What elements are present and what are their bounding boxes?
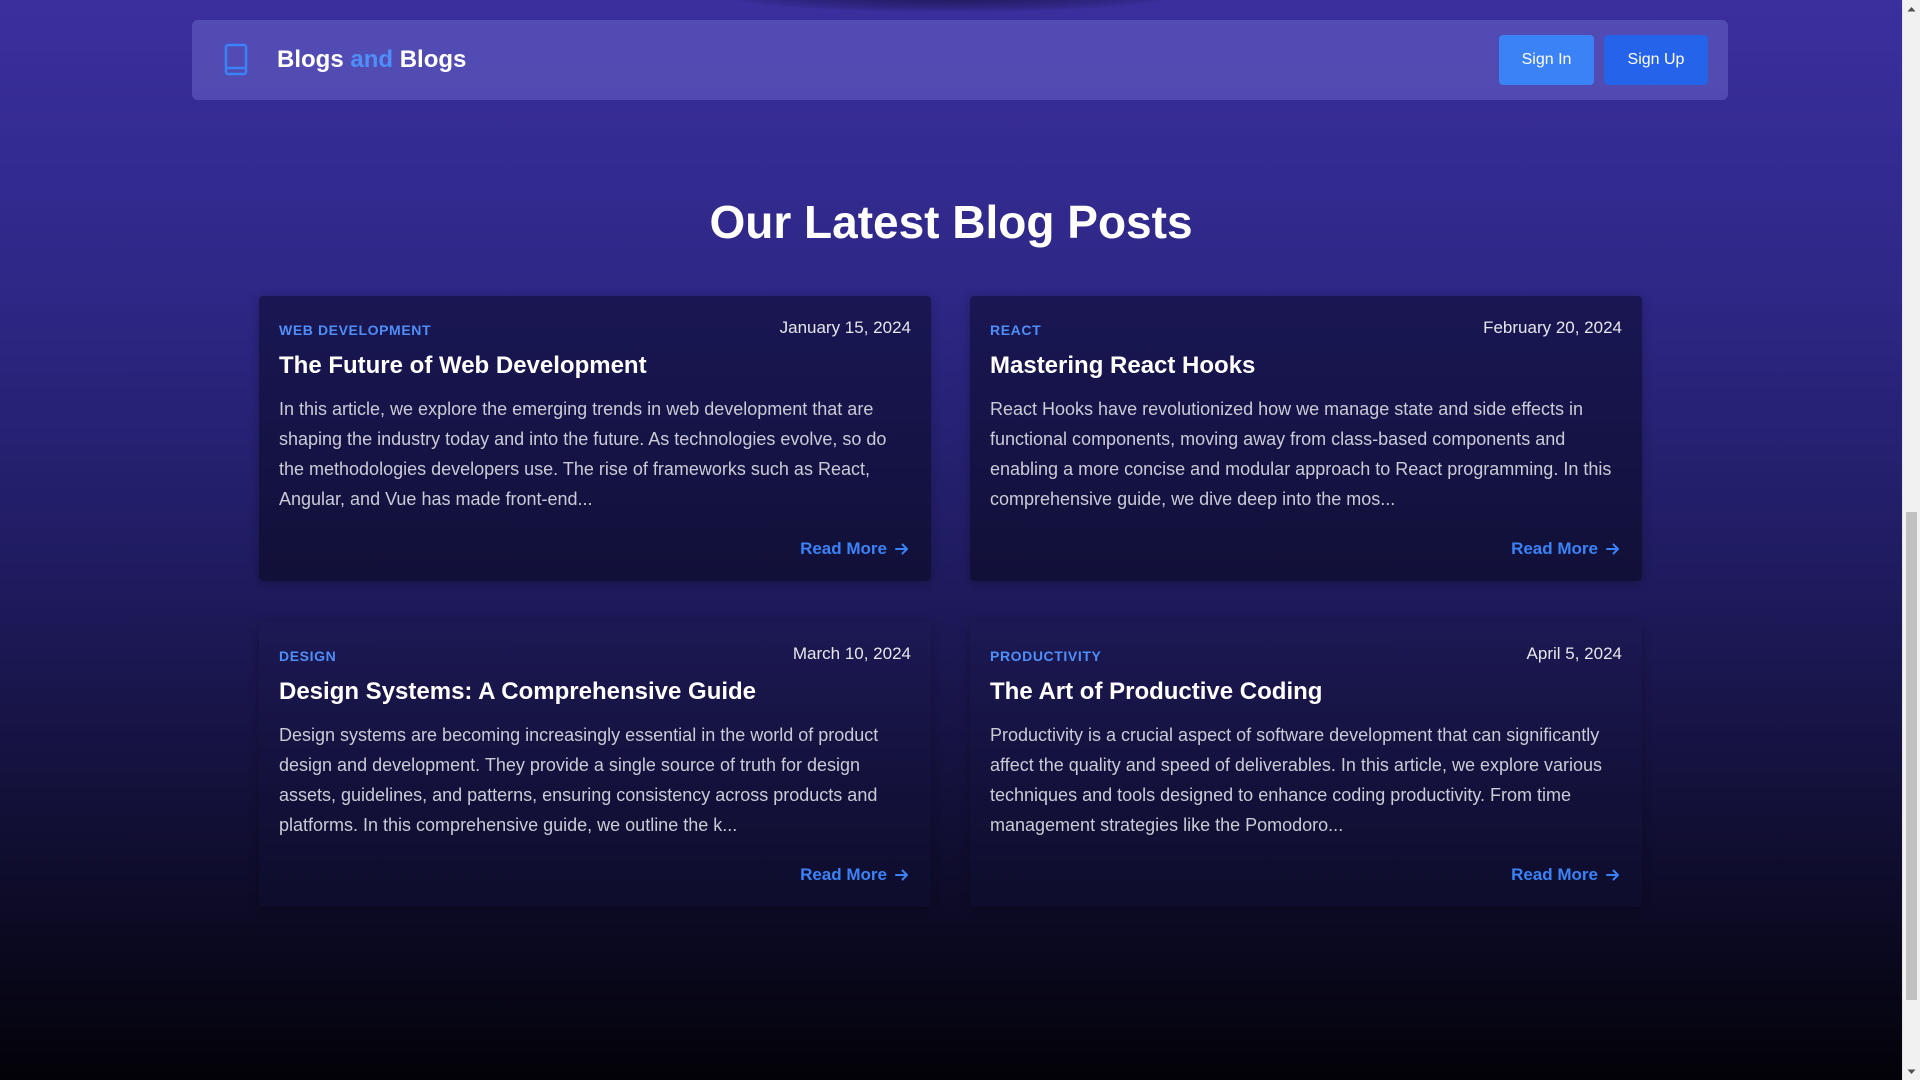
post-date: February 20, 2024 bbox=[1483, 318, 1622, 337]
arrow-right-icon bbox=[1606, 543, 1619, 555]
post-excerpt: In this article, we explore the emerging… bbox=[279, 399, 887, 509]
read-more-label: Read More bbox=[800, 865, 887, 884]
scrollbar-thumb[interactable] bbox=[1906, 512, 1917, 1000]
post-title[interactable]: Mastering React Hooks bbox=[990, 350, 1622, 382]
category-label[interactable]: DESIGN bbox=[279, 648, 336, 664]
blog-card: PRODUCTIVITY April 5, 2024 The Art of Pr… bbox=[970, 622, 1642, 907]
page: Blogs and Blogs Sign In Sign Up Our Late… bbox=[0, 0, 1902, 1080]
post-excerpt: Productivity is a crucial aspect of soft… bbox=[990, 725, 1603, 835]
post-title[interactable]: Design Systems: A Comprehensive Guide bbox=[279, 676, 911, 708]
brand-word-2: Blogs bbox=[399, 46, 467, 73]
blog-card: WEB DEVELOPMENT January 15, 2024 The Fut… bbox=[259, 296, 931, 581]
brand-word-accent: and bbox=[350, 46, 394, 73]
sign-in-button[interactable]: Sign In bbox=[1499, 35, 1594, 85]
arrow-right-icon bbox=[895, 543, 908, 555]
card-meta: WEB DEVELOPMENT January 15, 2024 bbox=[279, 316, 911, 342]
section-title: Our Latest Blog Posts bbox=[709, 196, 1193, 248]
card-meta: PRODUCTIVITY April 5, 2024 bbox=[990, 642, 1622, 668]
post-excerpt: Design systems are becoming increasingly… bbox=[279, 725, 879, 835]
card-meta: DESIGN March 10, 2024 bbox=[279, 642, 911, 668]
post-date: March 10, 2024 bbox=[792, 644, 911, 663]
sign-up-button[interactable]: Sign Up bbox=[1604, 35, 1708, 85]
scroll-down-arrow-icon[interactable] bbox=[1903, 1063, 1920, 1080]
top-decoration bbox=[720, 0, 1180, 12]
scroll-up-arrow-icon[interactable] bbox=[1903, 0, 1920, 17]
post-title[interactable]: The Art of Productive Coding bbox=[990, 676, 1622, 708]
blog-card: REACT February 20, 2024 Mastering React … bbox=[970, 296, 1642, 581]
post-date: April 5, 2024 bbox=[1526, 644, 1622, 663]
read-more-link[interactable]: Read More bbox=[1511, 865, 1622, 885]
post-title[interactable]: The Future of Web Development bbox=[279, 350, 911, 382]
card-meta: REACT February 20, 2024 bbox=[990, 316, 1622, 342]
read-more-link[interactable]: Read More bbox=[1511, 539, 1622, 559]
arrow-right-icon bbox=[1606, 869, 1619, 881]
category-label[interactable]: WEB DEVELOPMENT bbox=[279, 322, 431, 338]
read-more-label: Read More bbox=[1511, 539, 1598, 558]
blog-card: DESIGN March 10, 2024 Design Systems: A … bbox=[259, 622, 931, 907]
book-icon[interactable] bbox=[216, 40, 256, 80]
post-date: January 15, 2024 bbox=[779, 318, 911, 337]
read-more-link[interactable]: Read More bbox=[800, 539, 911, 559]
read-more-link[interactable]: Read More bbox=[800, 865, 911, 885]
brand-title[interactable]: Blogs and Blogs bbox=[277, 44, 466, 76]
category-label[interactable]: REACT bbox=[990, 322, 1041, 338]
category-label[interactable]: PRODUCTIVITY bbox=[990, 648, 1101, 664]
navbar: Blogs and Blogs Sign In Sign Up bbox=[192, 20, 1728, 100]
read-more-label: Read More bbox=[1511, 865, 1598, 884]
arrow-right-icon bbox=[895, 869, 908, 881]
post-excerpt: React Hooks have revolutionized how we m… bbox=[990, 399, 1612, 509]
read-more-label: Read More bbox=[800, 539, 887, 558]
vertical-scrollbar[interactable] bbox=[1902, 0, 1920, 1080]
brand-word-1: Blogs bbox=[277, 46, 344, 73]
